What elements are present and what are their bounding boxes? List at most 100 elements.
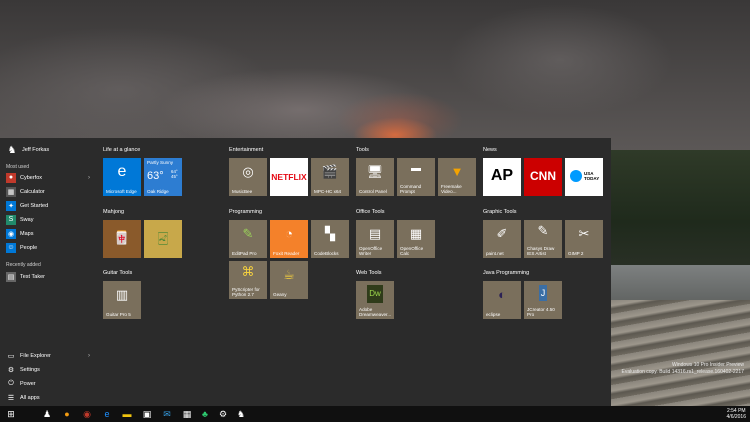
tile-label: Command Prompt	[400, 183, 422, 194]
rail-item-get-started[interactable]: ✦ Get Started	[6, 200, 92, 211]
rail-item-power[interactable]: ⏻ Power	[6, 378, 92, 389]
tile-cnn[interactable]: CNN	[524, 158, 562, 196]
tile-eclipse[interactable]: ◐ eclipse	[483, 281, 521, 319]
tile-microsoft-edge[interactable]: e Microsoft Edge	[103, 158, 141, 196]
folder-icon: ▭	[7, 352, 15, 360]
tile-dreamweaver[interactable]: Dw Adobe Dreamweaver...	[356, 281, 394, 319]
tile-ap[interactable]: AP	[483, 158, 521, 196]
mahjong-bamboo-icon: 🀐	[157, 230, 169, 245]
chess-app-icon[interactable]: ♟	[40, 408, 54, 420]
weather-location: Oak Ridge	[147, 189, 169, 194]
film-clapper-icon: 🎬	[321, 164, 339, 179]
cyberfox-icon[interactable]: ◉	[80, 408, 94, 420]
tile-command-prompt[interactable]: ▬ Command Prompt	[397, 158, 435, 196]
tile-label: Adobe Dreamweaver...	[359, 306, 392, 317]
watermark-build: Evaluation copy. Build 14316.rs1_release…	[621, 368, 745, 375]
folder-icon[interactable]: ▬	[120, 408, 134, 420]
calculator-icon[interactable]: ▦	[180, 408, 194, 420]
tile-gimp[interactable]: ✂ GIMP 2	[565, 220, 603, 258]
group-title-web[interactable]: Web Tools	[356, 270, 381, 276]
rail-item-sway[interactable]: S Sway	[6, 214, 92, 225]
rail-item-cyberfox[interactable]: ● Cyberfox ›	[6, 172, 92, 183]
geany-icon: ☕	[283, 267, 295, 282]
group-title-office[interactable]: Office Tools	[356, 209, 385, 215]
group-title-news[interactable]: News	[483, 147, 497, 153]
group-title-guitar[interactable]: Guitar Tools	[103, 270, 132, 276]
group-title-tools[interactable]: Tools	[356, 147, 369, 153]
tile-paint-net[interactable]: ✐ paint.net	[483, 220, 521, 258]
clock-date: 4/6/2016	[726, 414, 746, 420]
list-icon: ☰	[7, 394, 15, 402]
codeblocks-icon: ▚	[325, 226, 335, 241]
tile-label: MusicBee	[232, 188, 253, 194]
recently-added-heading: Recently added	[6, 262, 41, 268]
tile-mahjong-2[interactable]: 🀐	[144, 220, 182, 258]
eclipse-icon: ◐	[498, 287, 506, 302]
gear-icon: ⚙	[7, 366, 15, 374]
wallpaper-forest	[610, 150, 750, 270]
calc-icon: ▦	[409, 226, 423, 241]
tile-openoffice-calc[interactable]: ▦ OpenOffice Calc	[397, 220, 435, 258]
group-title-graphic[interactable]: Graphic Tools	[483, 209, 517, 215]
tile-jcreator[interactable]: J JCreator 4.50 Pro	[524, 281, 562, 319]
chevron-right-icon[interactable]: ›	[88, 353, 90, 359]
rail-item-calculator[interactable]: ▦ Calculator	[6, 186, 92, 197]
tile-label: PyScripter for Python 2.7	[232, 286, 260, 297]
tile-mpc-hc[interactable]: 🎬 MPC-HC x64	[311, 158, 349, 196]
group-title-java[interactable]: Java Programming	[483, 270, 529, 276]
edge-icon[interactable]: e	[100, 408, 114, 420]
tile-pyscripter[interactable]: ⌘ PyScripter for Python 2.7	[229, 261, 267, 299]
system-clock[interactable]: 2:54 PM 4/6/2016	[727, 408, 746, 420]
rail-item-file-explorer[interactable]: ▭ File Explorer ›	[6, 350, 92, 361]
tile-musicbee[interactable]: ◎ MusicBee	[229, 158, 267, 196]
rail-item-label: Maps	[20, 230, 34, 237]
guitar-pro-icon: ▥	[115, 287, 129, 302]
tile-chasys-draw[interactable]: ✎ Chasys Draw IES Artist	[524, 220, 562, 258]
tile-netflix[interactable]: NETFLIX	[270, 158, 308, 196]
chevron-right-icon[interactable]: ›	[88, 175, 90, 181]
group-title-entertainment[interactable]: Entertainment	[229, 147, 263, 153]
rail-item-people[interactable]: ☺ People	[6, 242, 92, 253]
tile-editpad[interactable]: ✎ EditPad Pro	[229, 220, 267, 258]
tile-usa-today[interactable]: USA TODAY	[565, 158, 603, 196]
tile-control-panel[interactable]: 🖥 Control Panel	[356, 158, 394, 196]
tile-label: Guitar Pro 5	[106, 311, 131, 317]
rail-item-maps[interactable]: ◉ Maps	[6, 228, 92, 239]
clover-icon[interactable]: ♣	[198, 408, 212, 420]
start-left-rail: ♞ Jeff Forkas Most used ● Cyberfox › ▦ C…	[0, 138, 96, 406]
messenger-icon[interactable]: ●	[60, 408, 74, 420]
cyberfox-icon: ●	[6, 172, 16, 183]
tile-guitar-pro[interactable]: ▥ Guitar Pro 5	[103, 281, 141, 319]
tile-openoffice-writer[interactable]: ▤ OpenOffice Writer	[356, 220, 394, 258]
rail-item-test-taker[interactable]: ▤ Test Taker	[6, 271, 92, 282]
windows-start-icon[interactable]: ⊞	[4, 408, 18, 420]
editpad-icon: ✎	[242, 226, 254, 241]
tile-weather[interactable]: Partly Sunny 63° 64° 45° Oak Ridge	[144, 158, 182, 196]
tile-label: CodeBlocks	[314, 250, 339, 256]
tile-label: Freemake Video...	[441, 183, 462, 194]
group-title-programming[interactable]: Programming	[229, 209, 262, 215]
tile-foxit-reader[interactable]: ◔ Foxit Reader	[270, 220, 308, 258]
user-name: Jeff Forkas	[22, 147, 50, 153]
group-title-life[interactable]: Life at a glance	[103, 147, 140, 153]
tile-label: paint.net	[486, 250, 504, 256]
tile-freemake[interactable]: ▼ Freemake Video...	[438, 158, 476, 196]
start-menu: ♞ Jeff Forkas Most used ● Cyberfox › ▦ C…	[0, 138, 611, 406]
jcreator-icon: J	[524, 284, 562, 301]
gimp-icon: ✂	[578, 226, 590, 241]
group-title-mahjong[interactable]: Mahjong	[103, 209, 124, 215]
rail-item-all-apps[interactable]: ☰ All apps	[6, 392, 92, 403]
gear-icon[interactable]: ⚙	[216, 408, 230, 420]
store-icon[interactable]: ▣	[140, 408, 154, 420]
rail-item-settings[interactable]: ⚙ Settings	[6, 364, 92, 375]
rail-item-label: Cyberfox	[20, 174, 43, 181]
build-watermark: Windows 10 Pro Insider Preview Evaluatio…	[622, 362, 745, 375]
mail-icon[interactable]: ✉	[160, 408, 174, 420]
tile-label: GIMP 2	[568, 250, 584, 256]
rail-item-label: People	[20, 244, 38, 251]
user-account[interactable]: ♞ Jeff Forkas	[6, 144, 50, 156]
tile-codeblocks[interactable]: ▚ CodeBlocks	[311, 220, 349, 258]
chess-knight-icon[interactable]: ♞	[234, 408, 248, 420]
tile-mahjong-1[interactable]: 🀄	[103, 220, 141, 258]
tile-geany[interactable]: ☕ Geany	[270, 261, 308, 299]
